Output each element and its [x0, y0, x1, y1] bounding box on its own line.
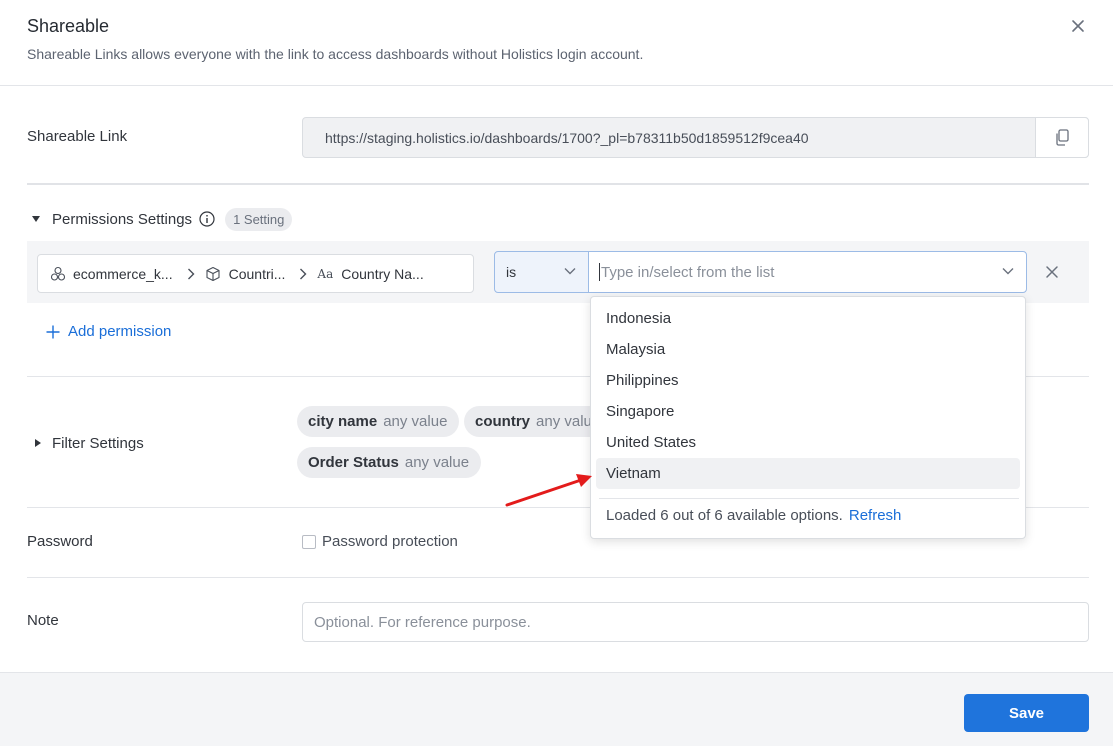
- filter-chip-name: city name: [308, 413, 378, 430]
- refresh-link[interactable]: Refresh: [849, 507, 902, 524]
- dropdown-option-highlighted[interactable]: Vietnam: [596, 458, 1020, 489]
- filter-chip-country[interactable]: country any valu: [464, 406, 590, 437]
- filter-chip-name: country: [475, 413, 531, 430]
- shareable-link-url[interactable]: https://staging.holistics.io/dashboards/…: [325, 130, 809, 146]
- shareable-link-label: Shareable Link: [27, 128, 128, 145]
- settings-count-badge: 1 Setting: [225, 207, 293, 231]
- dropdown-option[interactable]: Philippines: [596, 365, 1020, 396]
- chevron-right-icon: [187, 268, 195, 279]
- modal-footer: Save: [0, 672, 1113, 746]
- password-protection-option[interactable]: Password protection: [302, 533, 458, 550]
- permission-row: ecommerce_k... Countri... Aa Country Na.…: [27, 241, 1089, 303]
- dropdown-status-text: Loaded 6 out of 6 available options.: [606, 507, 843, 524]
- password-protection-label: Password protection: [322, 533, 458, 550]
- value-dropdown: Indonesia Malaysia Philippines Singapore…: [590, 296, 1026, 539]
- path-field: Country Na...: [341, 265, 424, 282]
- permission-value-input[interactable]: Type in/select from the list: [588, 251, 1027, 293]
- filter-settings-toggle[interactable]: Filter Settings: [35, 432, 144, 454]
- filter-chip-value: any value: [404, 454, 470, 471]
- add-permission-button[interactable]: Add permission: [46, 323, 171, 340]
- chevron-down-icon[interactable]: [1002, 267, 1014, 275]
- operator-select[interactable]: is: [494, 251, 589, 293]
- permission-field-path[interactable]: ecommerce_k... Countri... Aa Country Na.…: [37, 254, 474, 293]
- close-icon[interactable]: [1068, 16, 1088, 36]
- info-icon[interactable]: [199, 211, 215, 227]
- note-input[interactable]: [302, 602, 1089, 642]
- text-cursor: [599, 263, 600, 281]
- divider: [27, 183, 1089, 185]
- copy-link-button[interactable]: [1035, 117, 1089, 158]
- modal-title: Shareable: [27, 16, 110, 36]
- dropdown-option[interactable]: United States: [596, 427, 1020, 458]
- dropdown-divider: [599, 498, 1019, 499]
- value-placeholder: Type in/select from the list: [601, 263, 775, 281]
- save-button[interactable]: Save: [964, 694, 1089, 732]
- copy-icon: [1056, 129, 1069, 146]
- shareable-link-field[interactable]: https://staging.holistics.io/dashboards/…: [302, 117, 1089, 158]
- dropdown-status: Loaded 6 out of 6 available options. Refr…: [606, 507, 901, 524]
- filter-chip-value: any value: [383, 413, 448, 430]
- note-label: Note: [27, 612, 59, 629]
- filter-chip-city-name[interactable]: city name any value: [297, 406, 459, 437]
- add-permission-label: Add permission: [68, 323, 172, 340]
- filter-chip-name: Order Status: [308, 454, 399, 471]
- password-label: Password: [27, 533, 93, 550]
- dropdown-option[interactable]: Singapore: [596, 396, 1020, 427]
- model-cube-icon: [206, 266, 220, 281]
- chevron-right-icon: [300, 268, 307, 279]
- dropdown-option[interactable]: Indonesia: [596, 303, 1020, 334]
- dataset-icon: [50, 266, 66, 281]
- filter-chip-order-status[interactable]: Order Status any value: [297, 447, 481, 478]
- password-protection-checkbox[interactable]: [302, 534, 316, 549]
- dropdown-option[interactable]: Malaysia: [596, 334, 1020, 365]
- shareable-modal: Shareable Shareable Links allows everyon…: [0, 0, 1113, 746]
- filter-chip-value: any valu: [536, 413, 590, 430]
- annotation-arrow-icon: [505, 474, 592, 507]
- divider: [27, 577, 1089, 578]
- path-dataset: ecommerce_k...: [73, 265, 173, 282]
- caret-right-icon: [35, 439, 41, 447]
- plus-icon: [46, 325, 60, 338]
- filter-settings-title: Filter Settings: [52, 434, 144, 452]
- caret-down-icon: [32, 216, 40, 222]
- permissions-settings-toggle[interactable]: Permissions Settings 1 Setting: [32, 207, 293, 231]
- operator-value: is: [506, 264, 517, 280]
- permissions-settings-title: Permissions Settings: [52, 210, 193, 228]
- path-model: Countri...: [228, 265, 286, 282]
- modal-header: Shareable Shareable Links allows everyon…: [0, 0, 1113, 86]
- chevron-down-icon: [564, 268, 576, 275]
- modal-subtitle: Shareable Links allows everyone with the…: [27, 46, 644, 62]
- remove-permission-icon[interactable]: [1045, 265, 1059, 279]
- text-field-icon: Aa: [317, 266, 334, 281]
